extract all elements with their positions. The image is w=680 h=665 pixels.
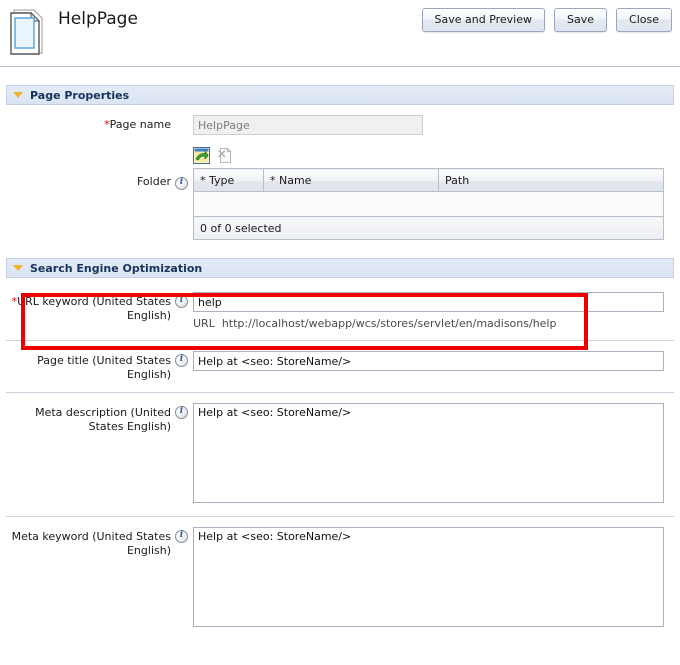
url-preview: URL http://localhost/webapp/wcs/stores/se… xyxy=(193,317,664,330)
info-icon-folder[interactable] xyxy=(175,177,188,190)
folder-table-selection-status: 0 of 0 selected xyxy=(193,216,664,240)
chevron-down-icon-seo[interactable] xyxy=(13,265,23,271)
label-text-url-keyword: URL keyword (United States English) xyxy=(17,295,171,322)
page-properties-body: *Page name Folder xyxy=(0,105,680,250)
meta-description-textarea[interactable] xyxy=(193,403,664,503)
folder-table[interactable]: * Type * Name Path 0 of 0 selected xyxy=(193,168,664,240)
section-header-seo[interactable]: Search Engine Optimization xyxy=(6,258,674,278)
folder-table-wrapper: * Type * Name Path 0 of 0 selected xyxy=(193,147,664,240)
info-icon-meta-keyword[interactable] xyxy=(175,530,188,543)
url-keyword-control: URL http://localhost/webapp/wcs/stores/se… xyxy=(193,292,664,330)
label-page-name: *Page name xyxy=(6,115,171,132)
find-and-add-icon[interactable] xyxy=(193,147,210,164)
chevron-down-icon[interactable] xyxy=(13,92,23,98)
column-header-path[interactable]: Path xyxy=(438,168,664,192)
folder-table-empty-cell xyxy=(193,191,664,217)
page-name-input xyxy=(193,115,423,135)
save-button[interactable]: Save xyxy=(554,8,608,32)
column-header-name[interactable]: * Name xyxy=(263,168,439,192)
url-keyword-input[interactable] xyxy=(193,292,664,312)
field-row-meta-description: Meta description (United States English) xyxy=(6,393,674,516)
field-row-page-title: Page title (United States English) xyxy=(6,341,674,392)
info-icon-meta-description[interactable] xyxy=(175,406,188,419)
seo-body: *URL keyword (United States English) URL… xyxy=(0,278,680,340)
label-meta-keyword: Meta keyword (United States English) xyxy=(11,530,171,557)
field-row-page-name: *Page name xyxy=(6,105,674,145)
field-row-url-keyword: *URL keyword (United States English) URL… xyxy=(6,278,674,340)
folder-table-header-row: * Type * Name Path xyxy=(193,168,664,192)
label-text-page-name: Page name xyxy=(109,118,171,131)
meta-keyword-textarea[interactable] xyxy=(193,527,664,627)
section-title-seo: Search Engine Optimization xyxy=(30,261,203,275)
folder-table-empty-row xyxy=(193,191,664,217)
field-row-meta-keyword: Meta keyword (United States English) xyxy=(6,517,674,640)
page-header: HelpPage Save and Preview Save Close xyxy=(0,0,680,67)
info-icon-url-keyword[interactable] xyxy=(175,295,188,308)
folder-table-footer-row: 0 of 0 selected xyxy=(193,216,664,240)
section-title-page-properties: Page Properties xyxy=(30,88,130,102)
label-page-title: Page title (United States English) xyxy=(37,354,171,381)
page-title-input[interactable] xyxy=(193,351,664,371)
header-button-row: Save and Preview Save Close xyxy=(421,8,672,32)
label-meta-description: Meta description (United States English) xyxy=(35,406,171,433)
info-icon-page-title[interactable] xyxy=(175,354,188,367)
section-header-page-properties[interactable]: Page Properties xyxy=(6,85,674,105)
url-preview-value: http://localhost/webapp/wcs/stores/servl… xyxy=(221,317,557,330)
folder-table-toolbar xyxy=(193,147,664,164)
column-header-type[interactable]: * Type xyxy=(193,168,264,192)
save-and-preview-button[interactable]: Save and Preview xyxy=(421,8,546,32)
close-button[interactable]: Close xyxy=(616,8,672,32)
remove-row-icon xyxy=(217,147,234,164)
label-url-keyword: *URL keyword (United States English) xyxy=(6,292,171,323)
field-row-folder: Folder i * Type * Name Path 0 of 0 selec… xyxy=(6,145,674,250)
label-folder: Folder xyxy=(137,175,171,188)
page-document-icon xyxy=(8,8,46,56)
url-preview-label: URL xyxy=(193,317,215,330)
page-title: HelpPage xyxy=(58,9,138,29)
